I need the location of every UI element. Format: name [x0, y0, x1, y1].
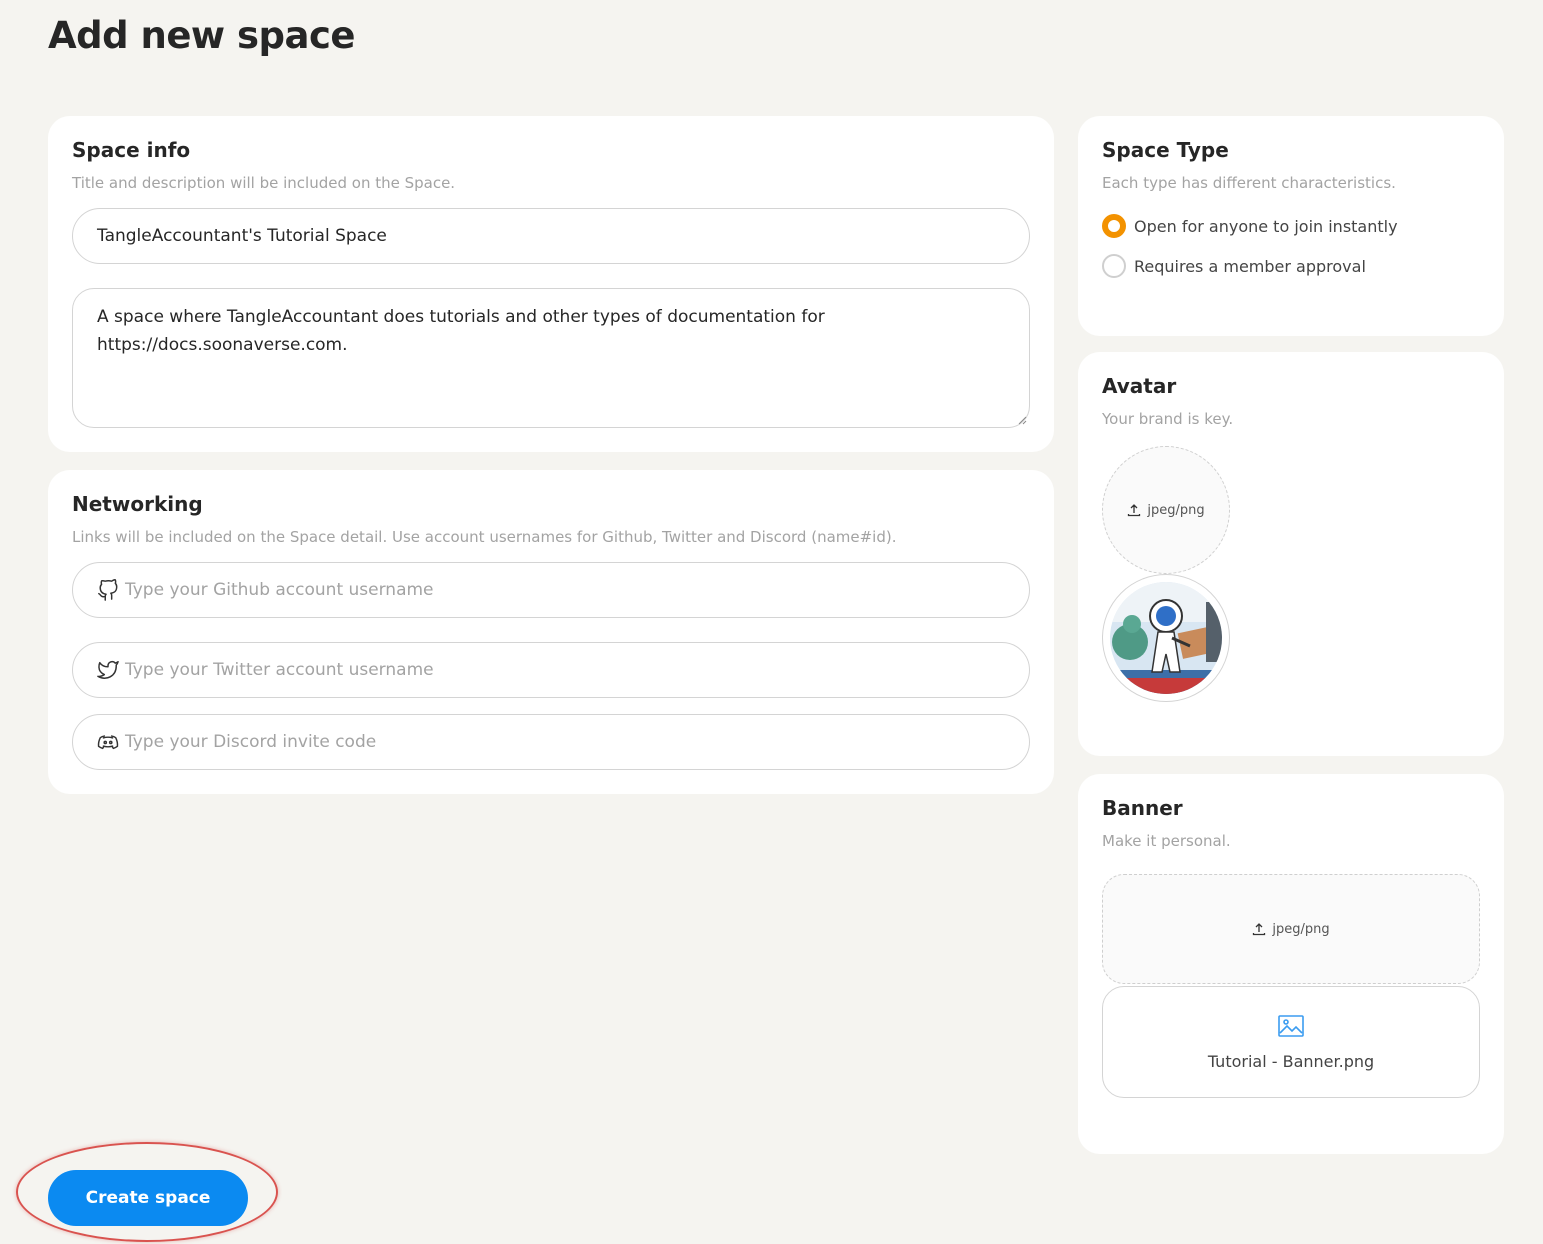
space-description-textarea[interactable]: A space where TangleAccountant does tuto…	[72, 288, 1030, 428]
avatar-upload[interactable]: jpeg/png	[1102, 446, 1230, 574]
resize-grip-icon[interactable]	[1017, 415, 1027, 425]
space-name-value: TangleAccountant's Tutorial Space	[97, 226, 387, 246]
upload-icon	[1252, 922, 1266, 936]
avatar-card: Avatar Your brand is key. jpeg/png	[1078, 352, 1504, 756]
banner-card: Banner Make it personal. jpeg/png Tutori…	[1078, 774, 1504, 1154]
space-info-card: Space info Title and description will be…	[48, 116, 1054, 452]
radio-approval-label: Requires a member approval	[1134, 256, 1366, 276]
banner-file-name: Tutorial - Banner.png	[1207, 1051, 1375, 1071]
banner-file-preview[interactable]: Tutorial - Banner.png	[1102, 986, 1480, 1098]
create-space-button[interactable]: Create space	[48, 1170, 248, 1226]
avatar-subtitle: Your brand is key.	[1102, 410, 1234, 428]
radio-approval[interactable]: Requires a member approval	[1102, 254, 1366, 278]
description-line-1: A space where TangleAccountant does tuto…	[97, 307, 825, 327]
radio-approval-button[interactable]	[1102, 254, 1126, 278]
space-type-card: Space Type Each type has different chara…	[1078, 116, 1504, 336]
banner-upload-hint: jpeg/png	[1272, 921, 1330, 937]
description-line-2: https://docs.soonaverse.com.	[97, 335, 348, 355]
twitter-input[interactable]: Type your Twitter account username	[72, 642, 1030, 698]
discord-input[interactable]: Type your Discord invite code	[72, 714, 1030, 770]
space-info-title: Space info	[72, 138, 191, 162]
github-input[interactable]: Type your Github account username	[72, 562, 1030, 618]
avatar-title: Avatar	[1102, 374, 1177, 398]
networking-title: Networking	[72, 492, 203, 516]
upload-icon	[1127, 503, 1141, 517]
avatar-image	[1110, 582, 1222, 694]
space-name-input[interactable]: TangleAccountant's Tutorial Space	[72, 208, 1030, 264]
space-type-subtitle: Each type has different characteristics.	[1102, 174, 1396, 192]
github-placeholder: Type your Github account username	[125, 580, 434, 600]
discord-icon	[97, 731, 119, 753]
radio-open-label: Open for anyone to join instantly	[1134, 216, 1398, 236]
avatar-preview	[1102, 574, 1230, 702]
discord-placeholder: Type your Discord invite code	[125, 732, 377, 752]
github-icon	[97, 579, 119, 601]
radio-open-button[interactable]	[1102, 214, 1126, 238]
space-info-subtitle: Title and description will be included o…	[72, 174, 456, 192]
networking-subtitle: Links will be included on the Space deta…	[72, 528, 897, 546]
twitter-icon	[97, 659, 119, 681]
space-type-title: Space Type	[1102, 138, 1229, 162]
networking-card: Networking Links will be included on the…	[48, 470, 1054, 794]
banner-upload[interactable]: jpeg/png	[1102, 874, 1480, 984]
banner-subtitle: Make it personal.	[1102, 832, 1231, 850]
banner-title: Banner	[1102, 796, 1183, 820]
page-title: Add new space	[48, 14, 356, 57]
twitter-placeholder: Type your Twitter account username	[125, 660, 434, 680]
avatar-upload-hint: jpeg/png	[1147, 502, 1205, 518]
image-icon	[1277, 1014, 1305, 1038]
radio-open[interactable]: Open for anyone to join instantly	[1102, 214, 1398, 238]
